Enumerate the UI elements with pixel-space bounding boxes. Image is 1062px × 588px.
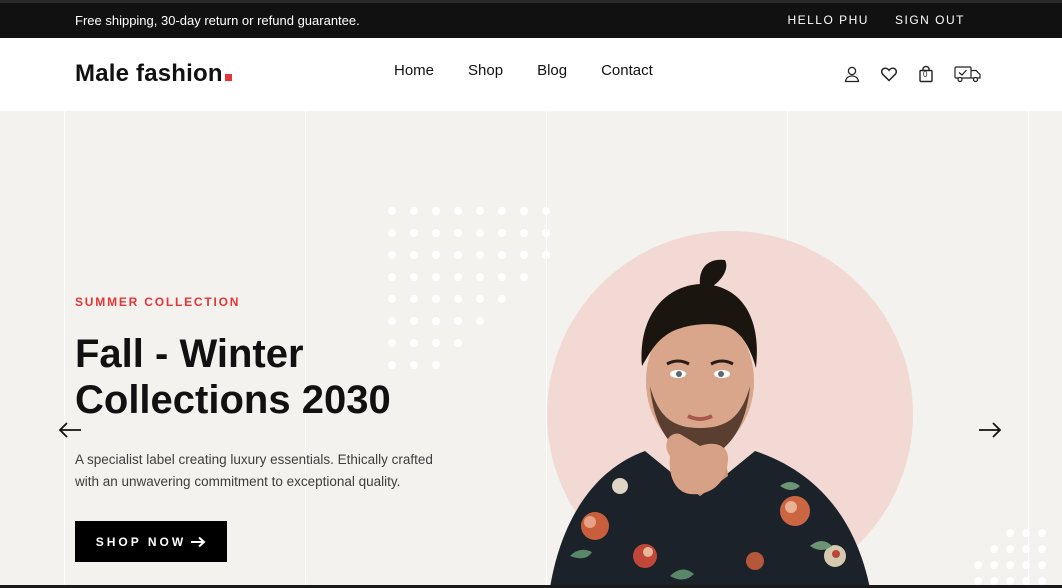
- nav-contact[interactable]: Contact: [601, 62, 653, 79]
- hero-title-line-2: Collections 2030: [75, 378, 391, 422]
- header: Male fashion Home Shop Blog Contact 0: [0, 38, 1062, 111]
- logo-text: Male fashion: [75, 60, 223, 87]
- header-icons: 0: [843, 65, 982, 83]
- shop-now-label: SHOP NOW: [95, 534, 187, 549]
- user-icon[interactable]: [843, 65, 861, 83]
- shop-now-button[interactable]: SHOP NOW: [75, 521, 227, 562]
- grid-line: [64, 111, 65, 588]
- hero-slider: SUMMER COLLECTION Fall - Winter Collecti…: [0, 111, 1062, 588]
- nav-shop[interactable]: Shop: [468, 62, 503, 79]
- heart-icon[interactable]: [880, 65, 898, 83]
- dot-pattern-small: [974, 529, 1046, 585]
- grid-line: [1028, 111, 1029, 588]
- bag-icon[interactable]: 0: [917, 65, 935, 83]
- nav-blog[interactable]: Blog: [537, 62, 567, 79]
- top-bar: Free shipping, 30-day return or refund g…: [0, 0, 1062, 38]
- promo-text: Free shipping, 30-day return or refund g…: [75, 13, 360, 28]
- cart-count: 0: [923, 70, 928, 79]
- greeting-link[interactable]: HELLO PHU: [787, 13, 869, 27]
- main-nav: Home Shop Blog Contact: [394, 62, 653, 79]
- delivery-truck-icon[interactable]: [954, 65, 982, 83]
- page: Free shipping, 30-day return or refund g…: [0, 0, 1062, 588]
- hero-title-line-1: Fall - Winter: [75, 332, 304, 376]
- slider-prev-arrow-icon[interactable]: [57, 419, 83, 441]
- collection-eyebrow: SUMMER COLLECTION: [75, 295, 241, 309]
- hero-model-image: [550, 259, 870, 588]
- logo-dot: [224, 74, 232, 81]
- slider-next-arrow-icon[interactable]: [977, 419, 1003, 441]
- nav-home[interactable]: Home: [394, 62, 434, 79]
- hero-description: A specialist label creating luxury essen…: [75, 452, 433, 489]
- sign-out-link[interactable]: SIGN OUT: [895, 13, 965, 27]
- logo[interactable]: Male fashion: [75, 60, 232, 88]
- hero-title: Fall - Winter Collections 2030: [75, 331, 495, 423]
- top-links: HELLO PHU SIGN OUT: [787, 13, 965, 27]
- arrow-right-icon: [191, 536, 206, 547]
